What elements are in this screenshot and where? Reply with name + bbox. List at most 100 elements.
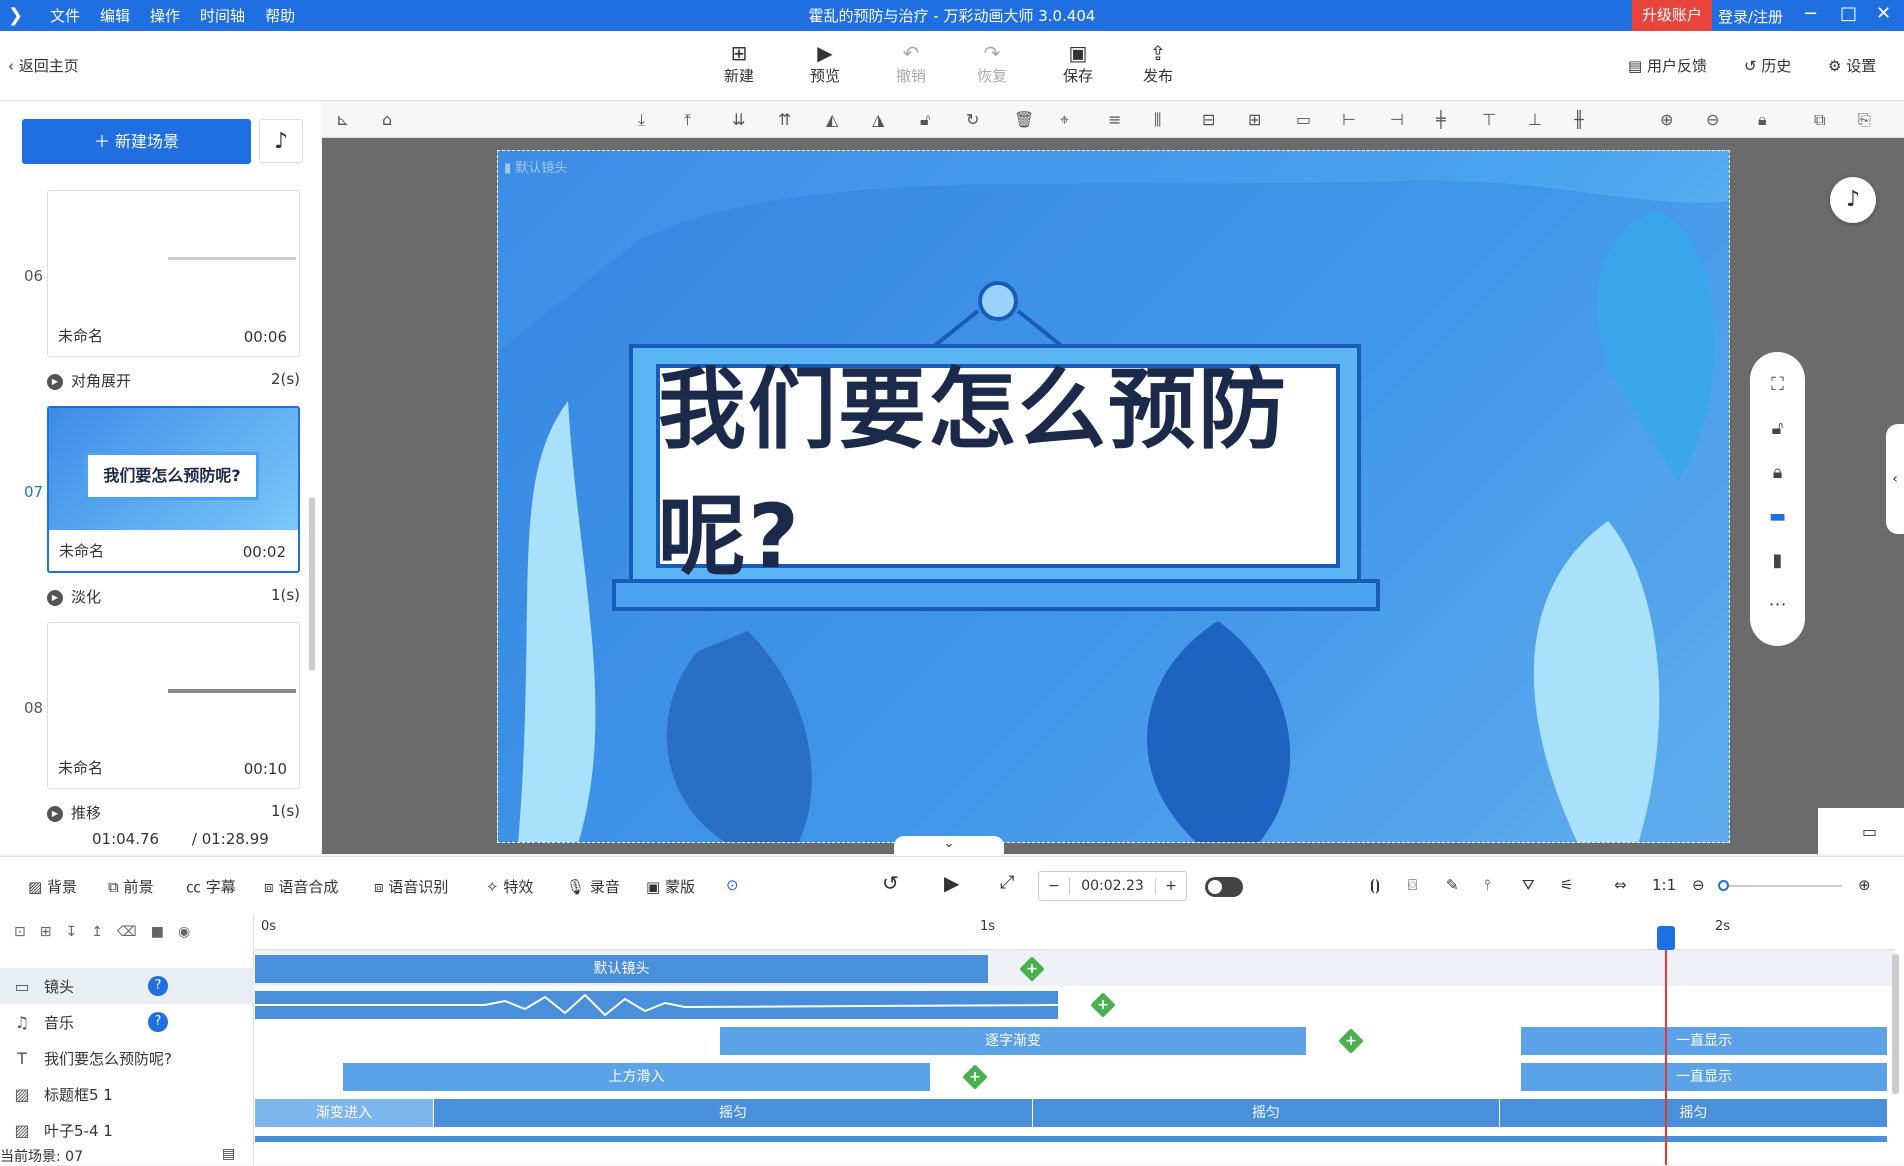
collapse-timeline-button[interactable]: ⌄ bbox=[894, 836, 1004, 856]
menu-edit[interactable]: 编辑 bbox=[100, 5, 130, 26]
add-keyframe-icon[interactable] bbox=[1090, 992, 1116, 1018]
delete-icon[interactable]: 🗑︎ bbox=[1014, 110, 1034, 129]
align-vcenter-icon[interactable]: ╫ bbox=[1574, 110, 1584, 129]
playhead-handle[interactable] bbox=[1657, 926, 1675, 950]
delete-icon[interactable]: ⌫ bbox=[117, 924, 137, 940]
zoom-out-timeline-icon[interactable]: ⊖ bbox=[1692, 876, 1705, 894]
copy-icon[interactable]: ⧉ bbox=[1814, 110, 1825, 130]
clip-frame-always[interactable]: 一直显示 bbox=[1521, 1063, 1887, 1091]
feedback-button[interactable]: ▤ 用户反馈 bbox=[1628, 55, 1707, 76]
menu-timeline[interactable]: 时间轴 bbox=[200, 5, 245, 26]
timeline-ruler[interactable]: 0s 1s 2s bbox=[255, 914, 1895, 950]
menu-help[interactable]: 帮助 bbox=[265, 5, 295, 26]
align-right-icon[interactable]: ⊣ bbox=[1390, 110, 1404, 129]
minimap-button[interactable]: ▭ bbox=[1818, 808, 1904, 854]
speech-recognition-button[interactable]: ⧈ 语音识别 bbox=[374, 876, 448, 897]
menu-operate[interactable]: 操作 bbox=[150, 5, 180, 26]
subtitle-button[interactable]: ㏄ 字幕 bbox=[186, 876, 236, 897]
track-camera[interactable]: ▭ 镜头 ? bbox=[0, 968, 254, 1004]
vip-tool-icon[interactable]: ⦗⦘ bbox=[1370, 876, 1380, 894]
padlock-icon[interactable]: 🔒︎ bbox=[1758, 110, 1767, 130]
menu-file[interactable]: 文件 bbox=[50, 5, 80, 26]
clip-camera[interactable]: 默认镜头 bbox=[255, 955, 988, 983]
maximize-icon[interactable]: □ bbox=[1840, 3, 1857, 24]
floating-music-button[interactable]: ♪ bbox=[1830, 177, 1876, 223]
new-button[interactable]: ⊞ 新建 bbox=[711, 41, 767, 86]
lock-icon[interactable]: ■ bbox=[151, 924, 164, 940]
rotate-icon[interactable]: ↻ bbox=[966, 110, 979, 129]
move-down-icon[interactable]: ↧ bbox=[65, 924, 77, 940]
play-icon[interactable]: ▶ bbox=[944, 871, 959, 895]
tts-button[interactable]: ⧈ 语音合成 bbox=[264, 876, 338, 897]
move-up-icon[interactable]: ↥ bbox=[91, 924, 103, 940]
login-link[interactable]: 登录/注册 bbox=[1718, 6, 1783, 27]
flip-horizontal-icon[interactable]: ◭ bbox=[826, 110, 838, 129]
align-top-icon[interactable]: ⊤ bbox=[1482, 110, 1496, 129]
replay-icon[interactable]: ↺ bbox=[882, 871, 899, 895]
unlock-icon[interactable]: 🔓︎ bbox=[1750, 418, 1805, 439]
history-button[interactable]: ↺ 历史 bbox=[1744, 55, 1791, 76]
scene-music-button[interactable]: ♪ bbox=[259, 119, 303, 163]
filter-icon[interactable]: ⛛ bbox=[1522, 876, 1535, 894]
clip-music-waveform[interactable] bbox=[255, 991, 1059, 1019]
zoom-in-icon[interactable]: ⊕ bbox=[1660, 110, 1673, 129]
more-icon[interactable]: ⋯ bbox=[1750, 594, 1805, 615]
scene-list-icon[interactable]: ▤ bbox=[222, 1146, 235, 1162]
zoom-slider[interactable] bbox=[1718, 880, 1842, 891]
timeline-scrollbar[interactable] bbox=[1892, 954, 1899, 1094]
foreground-button[interactable]: ⧉ 前景 bbox=[108, 876, 154, 897]
close-icon[interactable]: ✕ bbox=[1876, 3, 1891, 24]
move-top-icon[interactable]: ⤒ bbox=[684, 110, 691, 130]
scene-card-06[interactable]: 未命名 00:06 bbox=[47, 190, 300, 357]
new-folder-icon[interactable]: ⊞ bbox=[40, 924, 52, 940]
align-bottom-icon[interactable]: ⊥ bbox=[1528, 110, 1542, 129]
stage-headline[interactable]: 我们要怎么预防呢? bbox=[658, 358, 1338, 588]
move-bottom-icon[interactable]: ⤓ bbox=[638, 110, 645, 130]
help-icon[interactable]: ? bbox=[148, 976, 168, 996]
clip-leaf-enter[interactable]: 渐变进入 bbox=[255, 1099, 433, 1127]
paste-icon[interactable]: ⎘ bbox=[1858, 110, 1871, 130]
back-home-link[interactable]: ‹ 返回主页 bbox=[8, 55, 79, 76]
minimize-icon[interactable]: − bbox=[1803, 3, 1818, 24]
add-keyframe-icon[interactable] bbox=[1338, 1028, 1364, 1054]
fit-width-icon[interactable]: ⇔ bbox=[1614, 876, 1627, 894]
add-keyframe-icon[interactable] bbox=[962, 1064, 988, 1090]
distribute-h-icon[interactable]: ⊞ bbox=[1248, 110, 1261, 129]
edit-icon[interactable]: ✎ bbox=[1446, 876, 1459, 894]
screen-icon[interactable]: ▬ bbox=[1750, 506, 1805, 527]
align-center-icon[interactable]: ≡ bbox=[1108, 110, 1121, 129]
align-middle-icon[interactable]: ⫼ bbox=[1154, 110, 1161, 130]
split-icon[interactable]: ⫯ bbox=[1484, 876, 1491, 894]
track-title-frame[interactable]: ▨ 标题框5 1 bbox=[0, 1076, 254, 1112]
time-decrease-button[interactable]: − bbox=[1039, 878, 1069, 894]
lock-icon[interactable]: 🔓︎ bbox=[920, 110, 930, 130]
effects-button[interactable]: ✧ 特效 bbox=[486, 876, 533, 897]
align-left-icon[interactable]: ⊢ bbox=[1342, 110, 1356, 129]
distribute-v-icon[interactable]: ⊟ bbox=[1202, 110, 1215, 129]
add-folder-icon[interactable]: ⊡ bbox=[14, 924, 26, 940]
scene-transition[interactable]: 推移 1(s) bbox=[47, 802, 300, 823]
clip-leaf-shake[interactable]: 摇匀 bbox=[1033, 1099, 1499, 1127]
collapse-right-panel[interactable]: ‹ bbox=[1886, 424, 1904, 534]
scene-transition[interactable]: 淡化 1(s) bbox=[47, 586, 300, 607]
time-increase-button[interactable]: + bbox=[1156, 878, 1186, 894]
mobile-icon[interactable]: ▮ bbox=[1750, 550, 1805, 571]
upgrade-button[interactable]: 升级账户 bbox=[1632, 0, 1713, 31]
move-down-icon[interactable]: ⇊ bbox=[732, 110, 745, 129]
fullscreen-icon[interactable]: ⛶ bbox=[1750, 374, 1805, 395]
clip-text-always[interactable]: 一直显示 bbox=[1521, 1027, 1887, 1055]
more-options-icon[interactable]: ⊙ bbox=[726, 876, 739, 894]
camera-snap-icon[interactable]: ⌼ bbox=[1408, 876, 1417, 894]
track-leaf[interactable]: ▨ 叶子5-4 1 bbox=[0, 1112, 254, 1148]
loop-toggle[interactable] bbox=[1205, 877, 1243, 897]
actual-size-icon[interactable]: 1:1 bbox=[1652, 876, 1676, 894]
home-icon[interactable]: ⌂ bbox=[382, 110, 392, 129]
scene-card-08[interactable]: 未命名 00:10 bbox=[47, 622, 300, 789]
background-button[interactable]: ▨ 背景 bbox=[28, 876, 77, 897]
fullscreen-icon[interactable]: ⤢ bbox=[1000, 872, 1014, 893]
clip-leaf-shake[interactable]: 摇匀 bbox=[1500, 1099, 1887, 1127]
publish-button[interactable]: ⇪ 发布 bbox=[1130, 41, 1186, 86]
zoom-slider-knob[interactable] bbox=[1718, 880, 1729, 891]
scene-card-07[interactable]: 我们要怎么预防呢? 未命名 00:02 bbox=[47, 406, 300, 573]
new-scene-button[interactable]: ＋ 新建场景 bbox=[22, 119, 251, 164]
